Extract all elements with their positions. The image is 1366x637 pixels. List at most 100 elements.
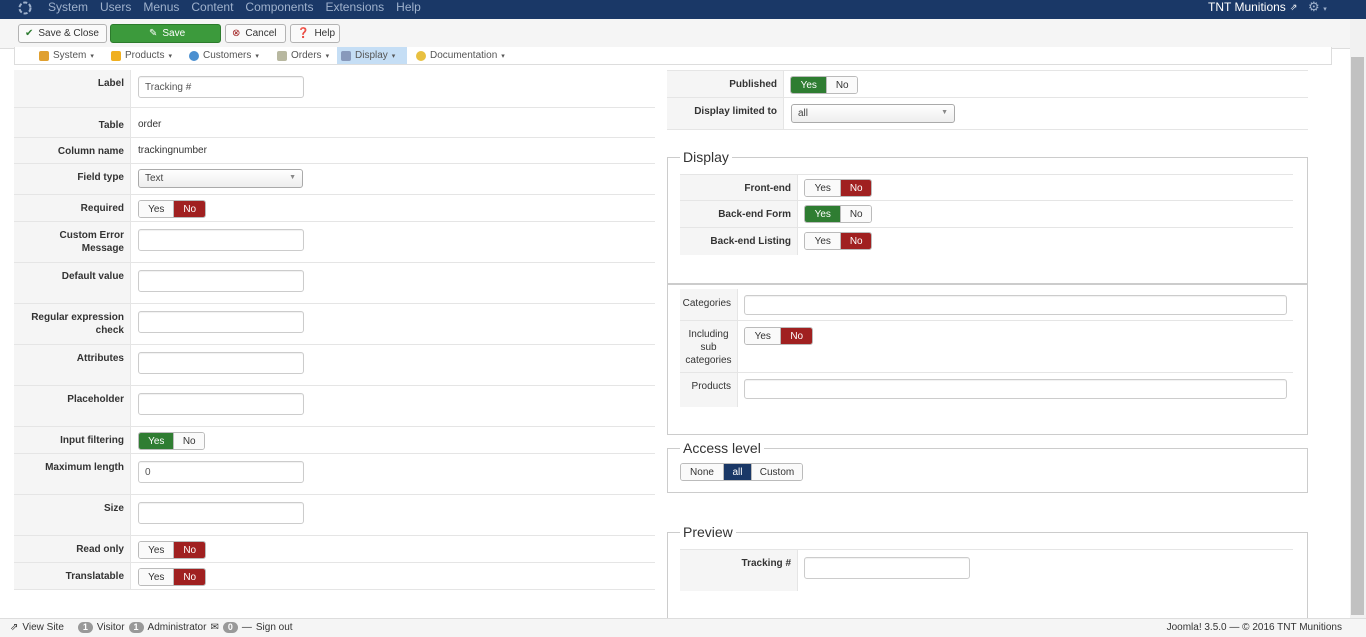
view-site-link[interactable]: View Site xyxy=(22,622,64,633)
sign-out-link[interactable]: Sign out xyxy=(256,622,293,633)
menu-help[interactable]: Help xyxy=(396,0,421,14)
cancel-button[interactable]: ⊗ Cancel xyxy=(225,24,286,43)
submenu-orders[interactable]: Orders ▾ xyxy=(273,47,333,64)
frontend-no[interactable]: No xyxy=(840,180,871,196)
translatable-no[interactable]: No xyxy=(173,569,205,585)
site-link[interactable]: TNT Munitions ⇗ xyxy=(1208,0,1297,14)
box-icon xyxy=(111,50,121,61)
admin-label: Administrator xyxy=(147,622,207,633)
version-text: Joomla! 3.5.0 — © 2016 TNT Munitions xyxy=(1166,622,1342,633)
menu-components[interactable]: Components xyxy=(245,0,313,14)
access-custom-button[interactable]: Custom xyxy=(751,464,802,480)
required-row: Required Yes No xyxy=(14,195,655,222)
published-yes[interactable]: Yes xyxy=(791,77,827,93)
default-value-input[interactable] xyxy=(138,270,304,292)
vertical-scrollbar[interactable] xyxy=(1350,19,1366,618)
preview-field-input[interactable] xyxy=(804,557,970,579)
backend-form-toggle[interactable]: Yes No xyxy=(804,205,872,223)
categories-input[interactable] xyxy=(744,295,1287,315)
published-toggle[interactable]: Yes No xyxy=(790,76,858,94)
placeholder-input[interactable] xyxy=(138,393,304,415)
read-only-yes[interactable]: Yes xyxy=(139,542,174,558)
custom-error-label: Custom Error Message xyxy=(14,222,131,262)
menu-menus[interactable]: Menus xyxy=(143,0,179,14)
cancel-label: Cancel xyxy=(245,28,277,39)
submenu-customers[interactable]: Customers ▾ xyxy=(185,47,263,64)
display-limited-row: Display limited to all ▼ xyxy=(667,98,1308,130)
backend-listing-toggle[interactable]: Yes No xyxy=(804,232,872,250)
check-icon: ✔ xyxy=(25,27,34,39)
menu-extensions[interactable]: Extensions xyxy=(325,0,384,14)
save-button[interactable]: ✎ Save xyxy=(110,24,221,43)
regex-input[interactable] xyxy=(138,311,304,333)
backend-form-no[interactable]: No xyxy=(840,206,871,222)
visitor-label: Visitor xyxy=(96,622,125,633)
frontend-yes[interactable]: Yes xyxy=(805,180,841,196)
read-only-toggle[interactable]: Yes No xyxy=(138,541,206,559)
input-filtering-yes[interactable]: Yes xyxy=(139,433,174,449)
including-sub-no[interactable]: No xyxy=(780,328,812,344)
required-yes[interactable]: Yes xyxy=(139,201,174,217)
gear-icon[interactable]: ⚙ ▾ xyxy=(1308,0,1327,17)
submenu-display-label: Display xyxy=(355,50,388,61)
submenu-system[interactable]: System ▾ xyxy=(35,47,98,64)
access-none-button[interactable]: None xyxy=(681,464,723,480)
submenu-documentation[interactable]: Documentation ▾ xyxy=(412,47,509,64)
custom-error-input[interactable] xyxy=(138,229,304,251)
save-close-button[interactable]: ✔ Save & Close xyxy=(18,24,107,43)
required-no[interactable]: No xyxy=(173,201,205,217)
preview-legend: Preview xyxy=(680,524,736,540)
envelope-icon[interactable]: ✉ xyxy=(210,622,218,633)
submenu-products[interactable]: Products ▾ xyxy=(107,47,176,64)
field-type-row: Field type Text ▼ xyxy=(14,164,655,195)
submenu-display[interactable]: Display ▾ xyxy=(337,47,407,64)
required-toggle[interactable]: Yes No xyxy=(138,200,206,218)
help-button[interactable]: ❓ Help xyxy=(290,24,340,43)
joomla-logo-icon[interactable] xyxy=(18,1,32,15)
field-type-value: Text xyxy=(145,173,164,184)
read-only-no[interactable]: No xyxy=(173,542,205,558)
orders-icon xyxy=(277,50,287,61)
published-no[interactable]: No xyxy=(826,77,857,93)
default-value-row: Default value xyxy=(14,263,655,304)
access-level-toggle[interactable]: None all Custom xyxy=(680,463,803,481)
including-sub-yes[interactable]: Yes xyxy=(745,328,781,344)
backend-form-yes[interactable]: Yes xyxy=(805,206,841,222)
max-length-input[interactable]: 0 xyxy=(138,461,304,483)
edit-icon: ✎ xyxy=(149,27,158,39)
attributes-input[interactable] xyxy=(138,352,304,374)
field-type-select[interactable]: Text ▼ xyxy=(138,169,303,188)
chevron-down-icon: ▼ xyxy=(941,109,948,116)
backend-form-label: Back-end Form xyxy=(680,201,798,227)
chevron-down-icon: ▼ xyxy=(289,174,296,181)
display-icon xyxy=(341,50,351,61)
frontend-toggle[interactable]: Yes No xyxy=(804,179,872,197)
display-limited-select[interactable]: all ▼ xyxy=(791,104,955,123)
external-link-icon: ⇗ xyxy=(10,622,19,633)
component-submenu: System ▾ Products ▾ Customers ▾ Orders ▾ Dis… xyxy=(14,47,1332,65)
products-input[interactable] xyxy=(744,379,1287,399)
menu-content[interactable]: Content xyxy=(191,0,233,14)
menu-system[interactable]: System xyxy=(48,0,88,14)
scrollbar-thumb[interactable] xyxy=(1351,57,1364,615)
categories-row: Categories xyxy=(680,289,1293,321)
status-left: ⇗ View Site 1 Visitor 1 Administrator ✉ … xyxy=(10,622,293,633)
attributes-label: Attributes xyxy=(14,345,131,385)
access-all-button[interactable]: all xyxy=(723,464,751,480)
question-icon: ❓ xyxy=(297,27,310,39)
wrench-icon xyxy=(39,50,49,61)
input-filtering-no[interactable]: No xyxy=(173,433,204,449)
max-length-label: Maximum length xyxy=(14,454,131,494)
input-filtering-toggle[interactable]: Yes No xyxy=(138,432,205,450)
backend-listing-no[interactable]: No xyxy=(840,233,871,249)
translatable-yes[interactable]: Yes xyxy=(139,569,174,585)
including-sub-toggle[interactable]: Yes No xyxy=(744,327,813,345)
backend-form-row: Back-end Form Yes No xyxy=(680,201,1293,228)
backend-listing-yes[interactable]: Yes xyxy=(805,233,841,249)
size-input[interactable] xyxy=(138,502,304,524)
input-filtering-label: Input filtering xyxy=(14,427,131,453)
translatable-toggle[interactable]: Yes No xyxy=(138,568,206,586)
backend-listing-row: Back-end Listing Yes No xyxy=(680,228,1293,255)
label-input[interactable]: Tracking # xyxy=(138,76,304,98)
menu-users[interactable]: Users xyxy=(100,0,131,14)
